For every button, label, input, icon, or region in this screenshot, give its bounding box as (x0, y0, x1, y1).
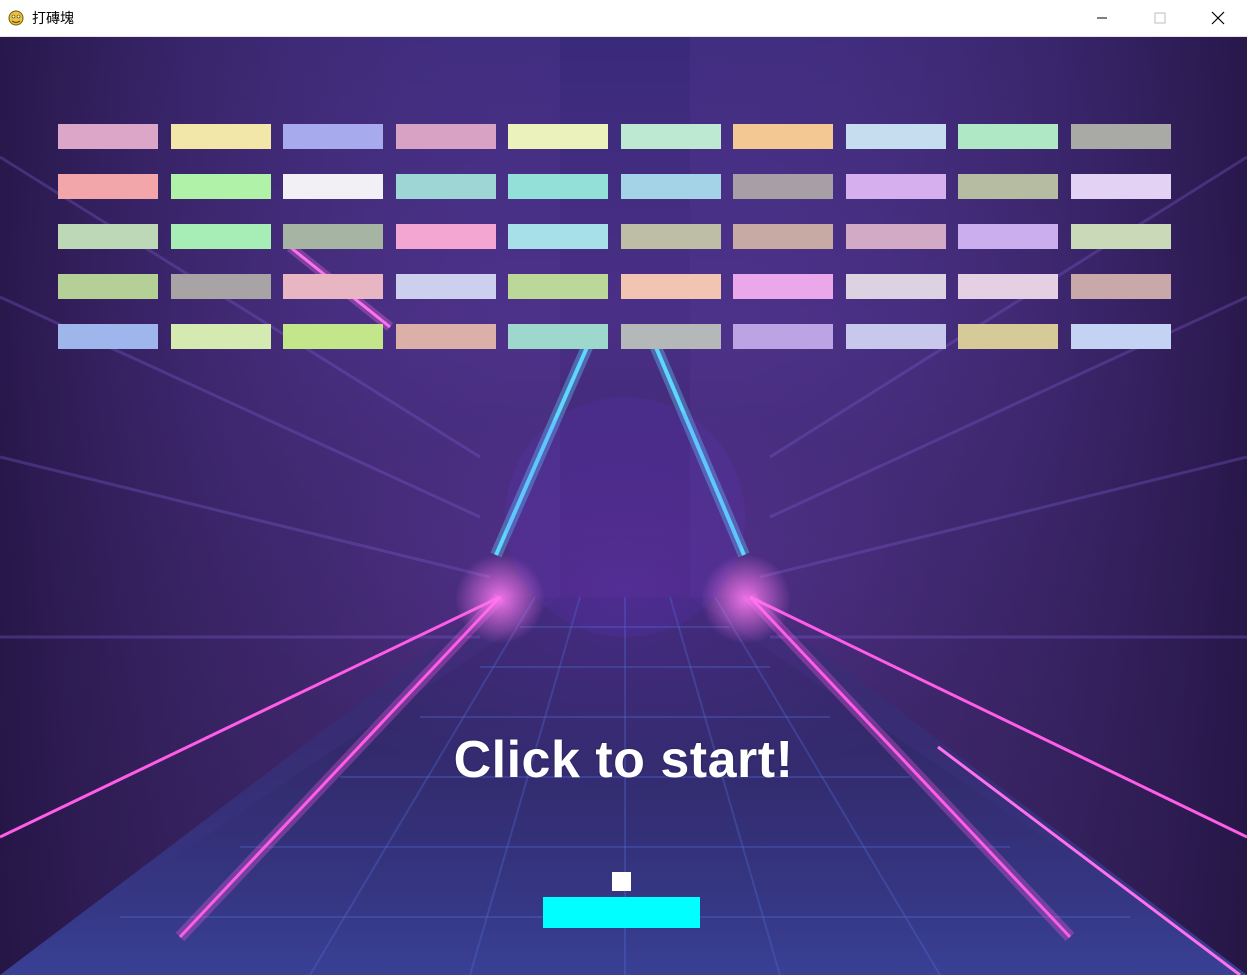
brick (846, 224, 946, 249)
brick (733, 224, 833, 249)
brick (1071, 274, 1171, 299)
brick (733, 124, 833, 149)
brick (733, 324, 833, 349)
brick (1071, 224, 1171, 249)
brick (283, 124, 383, 149)
close-button[interactable] (1189, 0, 1247, 36)
close-icon (1211, 11, 1225, 25)
brick (621, 274, 721, 299)
brick (621, 124, 721, 149)
ball (612, 872, 631, 891)
brick (171, 274, 271, 299)
brick (958, 324, 1058, 349)
start-prompt[interactable]: Click to start! (0, 730, 1247, 790)
brick (58, 124, 158, 149)
brick (283, 324, 383, 349)
paddle[interactable] (543, 897, 700, 928)
brick (396, 174, 496, 199)
brick (283, 224, 383, 249)
brick (1071, 174, 1171, 199)
maximize-icon (1154, 12, 1166, 24)
brick (283, 274, 383, 299)
brick (958, 224, 1058, 249)
brick (58, 224, 158, 249)
brick (58, 324, 158, 349)
brick (846, 124, 946, 149)
brick (283, 174, 383, 199)
maximize-button[interactable] (1131, 0, 1189, 36)
minimize-button[interactable] (1073, 0, 1131, 36)
brick (958, 174, 1058, 199)
brick (171, 324, 271, 349)
brick (396, 274, 496, 299)
brick (621, 224, 721, 249)
brick (958, 124, 1058, 149)
brick (58, 274, 158, 299)
brick (958, 274, 1058, 299)
brick (171, 174, 271, 199)
brick (171, 124, 271, 149)
brick (508, 224, 608, 249)
brick (171, 224, 271, 249)
brick (621, 174, 721, 199)
brick (508, 174, 608, 199)
brick (733, 274, 833, 299)
brick (621, 324, 721, 349)
brick (508, 124, 608, 149)
brick (508, 274, 608, 299)
brick (1071, 124, 1171, 149)
title-bar[interactable]: 打磚塊 (0, 0, 1247, 37)
brick (1071, 324, 1171, 349)
pygame-snake-icon (8, 10, 24, 26)
window-title: 打磚塊 (32, 11, 74, 27)
brick (846, 324, 946, 349)
game-window: 打磚塊 Click to start! (0, 0, 1247, 975)
brick (846, 274, 946, 299)
brick (396, 324, 496, 349)
window-controls (1073, 0, 1247, 36)
brick (733, 174, 833, 199)
brick (396, 224, 496, 249)
game-canvas[interactable]: Click to start! (0, 37, 1247, 975)
brick (58, 174, 158, 199)
brick (508, 324, 608, 349)
minimize-icon (1097, 17, 1107, 19)
brick (846, 174, 946, 199)
brick (396, 124, 496, 149)
